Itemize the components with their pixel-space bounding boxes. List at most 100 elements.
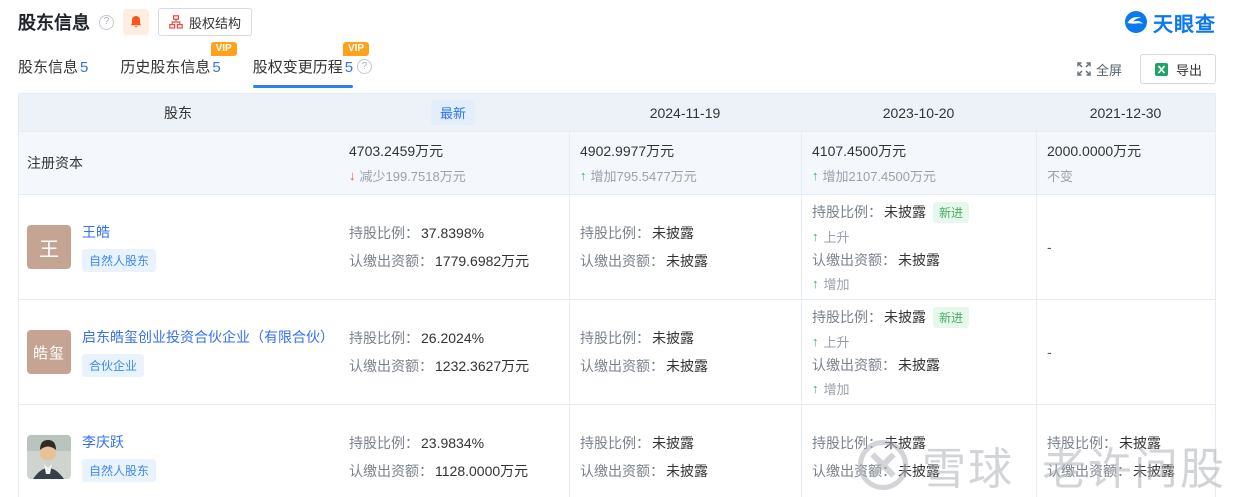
cell-2021: 持股比例： 未披露 认缴出资额： 未披露 (1036, 405, 1215, 497)
amount-label: 认缴出资额： (580, 463, 664, 479)
ratio-label: 持股比例： (580, 330, 650, 346)
cell-2023: 持股比例： 未披露 新进 ↑ 上升 认缴出资额： 未披露 ↑ 增加 (801, 195, 1036, 299)
tab-history-shareholder-info[interactable]: 历史股东信息 5 VIP (120, 42, 237, 88)
amount-value: 1232.3627万元 (435, 358, 530, 374)
tab-label: 股东信息 (18, 59, 79, 76)
fullscreen-icon (1077, 62, 1091, 76)
ratio-label: 持股比例： (349, 330, 419, 346)
shareholder-type-tag: 合伙企业 (82, 354, 145, 377)
cell-2023: 持股比例： 未披露 新进 ↑ 上升 认缴出资额： 未披露 ↑ 增加 (801, 300, 1036, 404)
title-help-icon[interactable]: ? (99, 14, 114, 30)
capital-value: 4703.2459万元 (349, 143, 444, 159)
amount-label: 认缴出资额： (580, 253, 664, 269)
shareholder-type-tag: 自然人股东 (82, 459, 157, 482)
cell-2021: - (1036, 195, 1215, 299)
ratio-value: 未披露 (884, 204, 926, 220)
ratio-label: 持股比例： (812, 309, 882, 325)
excel-icon (1154, 62, 1168, 76)
up-arrow-icon: ↑ (812, 168, 819, 183)
latest-cell: 持股比例： 23.9834% 认缴出资额： 1128.0000万元 (337, 405, 569, 497)
fullscreen-label: 全屏 (1095, 62, 1122, 78)
fullscreen-button[interactable]: 全屏 (1077, 60, 1122, 79)
ratio-value: 未披露 (884, 435, 926, 451)
tab-count: 5 (212, 59, 221, 76)
latest-cell: 持股比例： 26.2024% 认缴出资额： 1232.3627万元 (337, 300, 569, 404)
equity-structure-label: 股权结构 (189, 15, 242, 31)
capital-value: 2000.0000万元 (1047, 143, 1142, 159)
tab-label: 历史股东信息 (120, 59, 211, 76)
cell-2023: 持股比例： 未披露 认缴出资额： 未披露 (801, 405, 1036, 497)
avatar[interactable]: 皓玺 (27, 330, 71, 374)
ratio-value: 23.9834% (421, 435, 485, 451)
avatar-photo[interactable] (27, 435, 71, 479)
shareholder-name-link[interactable]: 李庆跃 (82, 432, 156, 452)
vip-badge: VIP (210, 42, 237, 56)
capital-latest-cell: 4703.2459万元 ↓ 减少199.7518万元 (337, 132, 569, 194)
notification-bell-button[interactable] (123, 9, 149, 35)
up-arrow-icon: ↑ (812, 228, 819, 244)
cell-2024: 持股比例： 未披露 认缴出资额： 未披露 (569, 405, 801, 497)
capital-change: 减少199.7518万元 (359, 169, 466, 184)
shareholder-info-panel: 股东信息 ? 股权结构 天眼查 股东信息 5 历史股东信息 5 VIP 股权变更… (0, 0, 1234, 497)
capital-change: 不变 (1047, 169, 1074, 184)
tianyancha-logo-icon (1125, 11, 1147, 33)
capital-2021-cell: 2000.0000万元 不变 (1036, 132, 1215, 194)
tianyancha-logo[interactable]: 天眼查 (1124, 8, 1216, 37)
tab-help-icon[interactable]: ? (357, 59, 373, 74)
ratio-label: 持股比例： (349, 435, 419, 451)
ratio-value: 未披露 (652, 225, 694, 241)
capital-change: 增加2107.4500万元 (822, 169, 936, 184)
table-row: 王 王皓 自然人股东 持股比例： 37.8398% 认缴出资额： 1779.6982… (19, 194, 1215, 299)
amount-label: 认缴出资额： (349, 253, 433, 269)
ratio-label: 持股比例： (580, 435, 650, 451)
capital-change: 增加795.5477万元 (590, 169, 697, 184)
equity-change-table: 股东 最新 2024-11-19 2023-10-20 2021-12-30 注… (18, 93, 1216, 497)
topbar: 股东信息 ? 股权结构 天眼查 (0, 0, 1234, 36)
tab-count: 5 (344, 59, 354, 76)
tab-label: 股权变更历程 (252, 59, 343, 76)
new-entry-badge: 新进 (933, 306, 970, 328)
trend-label: 增加 (823, 276, 850, 292)
tab-shareholder-info[interactable]: 股东信息 5 (18, 56, 88, 88)
trend-label: 增加 (823, 381, 850, 397)
export-button[interactable]: 导出 (1139, 54, 1216, 84)
amount-label: 认缴出资额： (812, 251, 896, 268)
avatar[interactable]: 王 (27, 225, 71, 269)
amount-value: 1779.6982万元 (435, 253, 530, 269)
down-arrow-icon: ↓ (349, 168, 356, 183)
up-arrow-icon: ↑ (812, 333, 819, 349)
shareholder-type-tag: 自然人股东 (82, 249, 157, 272)
up-arrow-icon: ↑ (812, 275, 819, 291)
export-label: 导出 (1175, 62, 1202, 78)
ratio-value: 26.2024% (421, 330, 485, 346)
vip-badge: VIP (342, 42, 370, 56)
trend-label: 上升 (823, 229, 850, 245)
shareholder-name-link[interactable]: 启东皓玺创业投资合伙企业（有限合伙） (82, 327, 334, 347)
table-header-row: 股东 最新 2024-11-19 2023-10-20 2021-12-30 (19, 94, 1215, 131)
capital-2023-cell: 4107.4500万元 ↑ 增加2107.4500万元 (801, 132, 1036, 194)
amount-label: 认缴出资额： (580, 358, 664, 374)
ratio-value: 未披露 (652, 330, 694, 346)
amount-value: 未披露 (898, 356, 940, 373)
amount-value: 未披露 (666, 358, 708, 374)
empty-dash: - (1047, 344, 1052, 360)
ratio-value: 37.8398% (421, 225, 485, 241)
ratio-label: 持股比例： (812, 204, 882, 220)
amount-label: 认缴出资额： (812, 463, 896, 479)
person-photo-icon (27, 435, 71, 479)
cell-2024: 持股比例： 未披露 认缴出资额： 未披露 (569, 300, 801, 404)
col-header-date-2024: 2024-11-19 (649, 104, 721, 121)
cell-2021: - (1036, 300, 1215, 404)
col-header-shareholder: 股东 (164, 104, 192, 121)
amount-value: 未披露 (898, 251, 940, 268)
amount-value: 未披露 (1133, 463, 1175, 479)
ratio-value: 未披露 (884, 309, 926, 325)
new-entry-badge: 新进 (933, 201, 970, 223)
equity-structure-button[interactable]: 股权结构 (158, 8, 253, 36)
cell-2024: 持股比例： 未披露 认缴出资额： 未披露 (569, 195, 801, 299)
tab-equity-change-history[interactable]: 股权变更历程 5 VIP ? (252, 42, 373, 88)
amount-value: 未披露 (666, 253, 708, 269)
latest-cell: 持股比例： 37.8398% 认缴出资额： 1779.6982万元 (337, 195, 569, 299)
ratio-label: 持股比例： (812, 435, 882, 451)
shareholder-name-link[interactable]: 王皓 (82, 222, 156, 242)
